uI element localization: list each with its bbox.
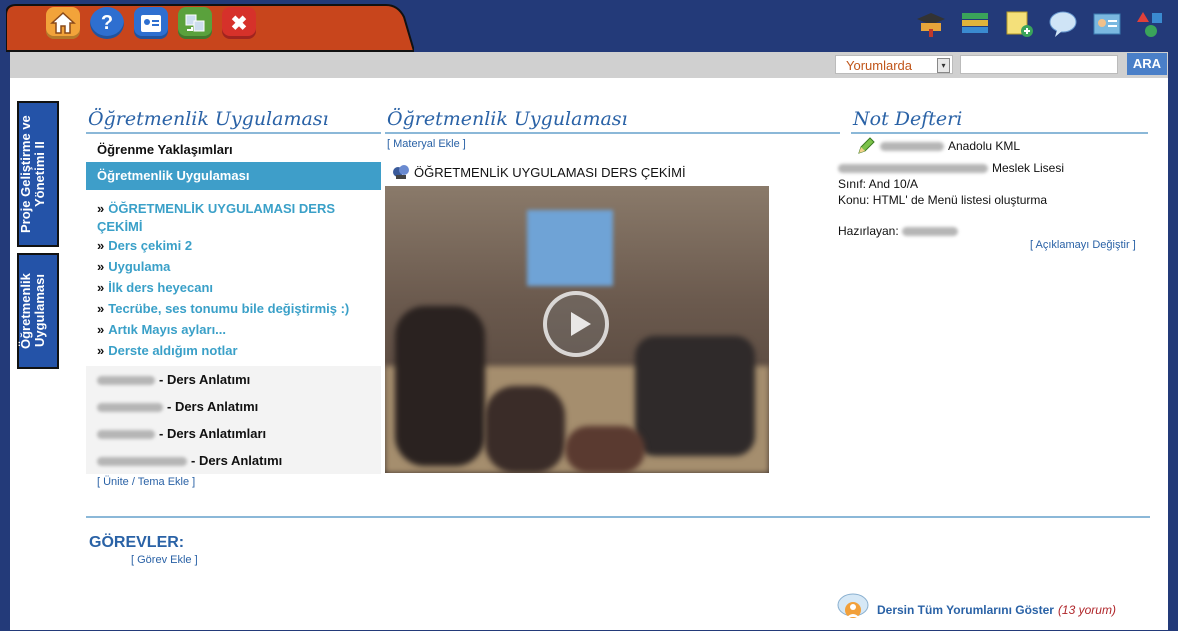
search-input[interactable] <box>960 55 1118 74</box>
sub-item-4[interactable]: » Tecrübe, ses tonumu bile değiştirmiş :) <box>86 300 381 318</box>
sub-item-label: Tecrübe, ses tonumu bile değiştirmiş :) <box>108 301 350 316</box>
home-icon[interactable] <box>46 7 80 39</box>
sub-item-label: Uygulama <box>108 259 171 274</box>
video-player[interactable] <box>385 186 769 473</box>
search-scope-select[interactable]: Yorumlarda ▾ <box>835 55 953 74</box>
contact-card-icon[interactable] <box>134 7 168 39</box>
sub-item-label: ÖĞRETMENLİK UYGULAMASI DERS ÇEKİMİ <box>97 201 336 234</box>
double-arrow-icon: » <box>97 343 105 358</box>
video-camera-icon <box>392 163 410 181</box>
note-prepared-label: Hazırlayan: <box>838 224 899 238</box>
comment-count: (13 yorum) <box>1057 603 1116 617</box>
lesson-row-label: - Ders Anlatımı <box>191 453 283 468</box>
video-frame-student <box>485 386 565 473</box>
all-comments-link[interactable]: Dersin Tüm Yorumlarını Göster (13 yorum) <box>877 603 1116 617</box>
sub-item-0[interactable]: » ÖĞRETMENLİK UYGULAMASI DERS ÇEKİMİ <box>86 200 381 236</box>
add-task-link[interactable]: [ Görev Ekle ] <box>131 554 198 566</box>
sub-item-label: Artık Mayıs ayları... <box>108 322 227 337</box>
left-column-heading: Öğretmenlik Uygulaması <box>88 108 329 130</box>
lesson-row-label: - Ders Anlatımı <box>167 399 259 414</box>
left-column-rule <box>86 132 381 134</box>
sub-item-1[interactable]: » Ders çekimi 2 <box>86 237 381 255</box>
blurred-name <box>97 457 187 467</box>
add-material-link[interactable]: [ Materyal Ekle ] <box>387 138 466 150</box>
video-title: ÖĞRETMENLİK UYGULAMASI DERS ÇEKİMİ <box>414 165 686 180</box>
edit-description-link[interactable]: [ Açıklamayı Değiştir ] <box>1030 239 1136 251</box>
sub-item-3[interactable]: » İlk ders heyecanı <box>86 279 381 297</box>
blurred-name <box>902 227 959 237</box>
all-comments-label: Dersin Tüm Yorumlarını Göster <box>877 603 1054 617</box>
double-arrow-icon: » <box>97 322 105 337</box>
sub-item-label: İlk ders heyecanı <box>108 280 214 295</box>
search-scope-value: Yorumlarda <box>846 58 913 73</box>
top-toolbar: ? ✖ <box>0 0 1178 52</box>
sub-item-label: Ders çekimi 2 <box>108 238 193 253</box>
notebook-rule <box>851 132 1148 134</box>
note-line-school: Anadolu KML <box>880 139 1020 153</box>
sub-item-6[interactable]: » Derste aldığım notlar <box>86 342 381 360</box>
help-icon[interactable]: ? <box>90 7 124 39</box>
blurred-name <box>97 430 155 440</box>
pencil-icon[interactable] <box>856 136 876 156</box>
blurred-name <box>97 376 155 386</box>
note-line-1: Anadolu KML <box>948 139 1021 153</box>
lesson-row[interactable]: - Ders Anlatımları <box>86 420 381 447</box>
lesson-row[interactable]: - Ders Anlatımı <box>86 366 381 393</box>
double-arrow-icon: » <box>97 301 105 316</box>
search-bar: Yorumlarda ▾ ARA <box>10 52 1168 78</box>
sync-icon[interactable] <box>178 7 212 39</box>
double-arrow-icon: » <box>97 201 105 216</box>
video-frame-student <box>565 426 645 473</box>
note-line-2: Meslek Lisesi <box>992 161 1065 175</box>
menu-item-ogrenme[interactable]: Öğrenme Yaklaşımları <box>86 136 381 163</box>
note-line-3: Sınıf: And 10/A <box>838 177 919 191</box>
profile-card-icon[interactable] <box>1090 7 1124 41</box>
blurred-name <box>97 403 163 413</box>
video-frame-student <box>635 336 755 456</box>
blurred-name <box>880 142 944 152</box>
side-tab-ogretmenlik[interactable]: Öğretmenlik Uygulaması <box>17 253 59 369</box>
side-tab-ogretmenlik-label: Öğretmenlik Uygulaması <box>18 273 47 349</box>
close-icon[interactable]: ✖ <box>222 7 256 39</box>
middle-column-rule <box>385 132 840 134</box>
sub-item-5[interactable]: » Artık Mayıs ayları... <box>86 321 381 339</box>
comments-icon[interactable] <box>836 592 870 626</box>
double-arrow-icon: » <box>97 238 105 253</box>
double-arrow-icon: » <box>97 280 105 295</box>
tasks-heading: GÖREVLER: <box>89 534 185 551</box>
notebook-heading: Not Defteri <box>853 108 963 130</box>
sub-item-2[interactable]: » Uygulama <box>86 258 381 276</box>
sub-item-label: Derste aldığım notlar <box>108 343 238 358</box>
note-line-school-2: Meslek Lisesi <box>838 161 1064 175</box>
lesson-row-label: - Ders Anlatımları <box>159 426 267 441</box>
lesson-row[interactable]: - Ders Anlatımı <box>86 447 381 474</box>
video-frame-screen <box>527 210 613 286</box>
tasks-divider <box>86 516 1150 518</box>
chevron-down-icon[interactable]: ▾ <box>937 58 950 73</box>
lesson-row[interactable]: - Ders Anlatımı <box>86 393 381 420</box>
side-tab-proje-label: Proje Geliştirme ve Yönetimi II <box>18 115 47 233</box>
menu-item-ogretmenlik-active[interactable]: Öğretmenlik Uygulaması <box>86 162 381 190</box>
side-tab-proje[interactable]: Proje Geliştirme ve Yönetimi II <box>17 101 59 247</box>
play-icon[interactable] <box>543 291 609 357</box>
shapes-icon[interactable] <box>1134 7 1168 41</box>
note-add-icon[interactable] <box>1002 7 1036 41</box>
add-unit-link[interactable]: [ Ünite / Tema Ekle ] <box>97 476 195 488</box>
graduation-icon[interactable] <box>914 7 948 41</box>
lesson-row-label: - Ders Anlatımı <box>159 372 251 387</box>
blurred-name <box>838 164 988 174</box>
note-prepared: Hazırlayan: <box>838 224 962 238</box>
video-frame-student <box>395 306 485 466</box>
books-icon[interactable] <box>958 7 992 41</box>
double-arrow-icon: » <box>97 259 105 274</box>
middle-column-heading: Öğretmenlik Uygulaması <box>387 108 628 130</box>
speech-bubble-icon[interactable] <box>1046 7 1080 41</box>
note-line-4: Konu: HTML' de Menü listesi oluşturma <box>838 193 1048 207</box>
search-button[interactable]: ARA <box>1127 53 1167 75</box>
